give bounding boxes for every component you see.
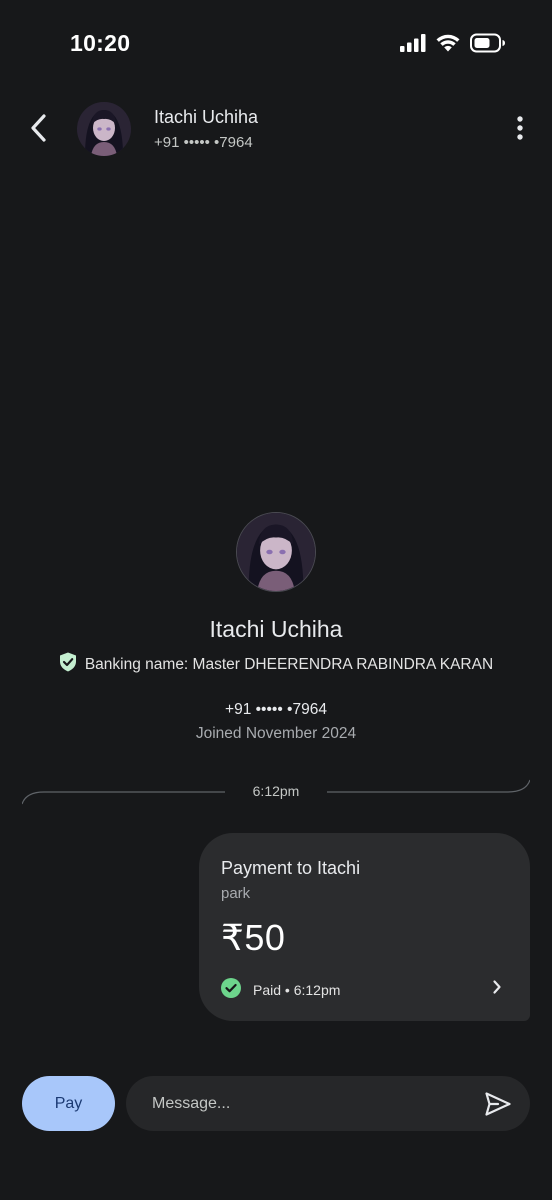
payment-amount: ₹50 [221, 917, 286, 958]
payment-status-label: Paid • 6:12pm [253, 981, 341, 998]
send-icon[interactable] [484, 1090, 512, 1118]
contact-profile: Itachi Uchiha Banking name: Master DHEER… [0, 512, 552, 743]
composer-bar: Pay [0, 1076, 552, 1132]
contact-avatar[interactable] [77, 102, 131, 156]
status-icons [400, 33, 506, 58]
pay-button[interactable]: Pay [22, 1076, 115, 1131]
status-time: 10:20 [70, 30, 131, 56]
more-vert-icon [516, 115, 524, 146]
chevron-right-icon [492, 979, 502, 1000]
payment-card[interactable]: Payment to Itachi park ₹50 Paid • 6:12pm [199, 833, 530, 1021]
profile-name: Itachi Uchiha [209, 616, 343, 642]
message-box [126, 1076, 530, 1131]
payment-title: Payment to Itachi [221, 858, 361, 878]
profile-phone: +91 ••••• •7964 [225, 701, 327, 718]
contact-name[interactable]: Itachi Uchiha [154, 107, 258, 128]
banking-name: Banking name: Master DHEERENDRA RABINDRA… [84, 655, 494, 673]
battery-icon [470, 33, 506, 58]
cellular-signal-icon [400, 34, 426, 57]
banking-name-row: Banking name: Master DHEERENDRA RABINDRA… [0, 652, 552, 677]
back-arrow-icon [29, 113, 49, 148]
profile-joined-date: Joined November 2024 [195, 725, 357, 742]
payment-note: park [221, 885, 251, 902]
profile-avatar [236, 512, 316, 592]
back-button[interactable] [22, 110, 56, 150]
chat-header: Itachi Uchiha +91 ••••• •7964 [0, 92, 552, 168]
check-circle-icon [221, 978, 241, 1001]
verified-shield-icon [59, 652, 77, 677]
message-input[interactable] [152, 1076, 452, 1131]
more-options-button[interactable] [508, 112, 532, 148]
wifi-icon [436, 34, 460, 57]
divider-time-label: 6:12pm [252, 783, 300, 799]
time-divider: 6:12pm [22, 770, 530, 810]
payment-status: Paid • 6:12pm [221, 978, 340, 1001]
contact-phone: +91 ••••• •7964 [154, 134, 253, 151]
status-bar: 10:20 [0, 0, 552, 90]
